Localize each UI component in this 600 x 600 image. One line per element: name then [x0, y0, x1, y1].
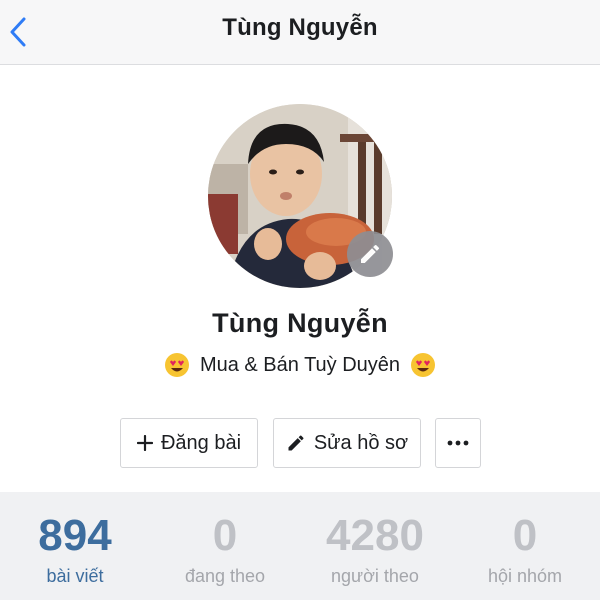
profile-actions: Đăng bài Sửa hồ sơ: [0, 418, 600, 470]
edit-profile-label: Sửa hồ sơ: [313, 431, 409, 454]
bio-text: Mua & Bán Tuỳ Duyên: [199, 353, 401, 376]
heart-eyes-emoji-icon: [164, 353, 189, 377]
stat-label: đang theo: [184, 566, 266, 586]
edit-avatar-button[interactable]: [347, 231, 393, 277]
heart-eyes-emoji-icon: [411, 353, 436, 377]
profile-name: Tùng Nguyễn: [212, 308, 388, 338]
pencil-icon: [288, 435, 304, 451]
avatar-container: [208, 104, 393, 288]
stat-posts[interactable]: 894 bài viết: [0, 510, 150, 587]
stat-following[interactable]: 0 đang theo: [150, 510, 300, 587]
stat-label: bài viết: [46, 566, 104, 586]
page-title: Tùng Nguyễn: [222, 14, 378, 41]
plus-icon: [136, 435, 153, 451]
pencil-icon: [361, 244, 380, 263]
stat-followers[interactable]: 4280 người theo: [300, 510, 450, 587]
top-nav-bar: Tùng Nguyễn: [0, 0, 600, 65]
profile-bio: Mua & Bán Tuỳ Duyên: [0, 350, 600, 380]
stat-label: hội nhóm: [487, 566, 563, 586]
create-post-label: Đăng bài: [160, 431, 242, 454]
stat-value: 0: [212, 511, 238, 560]
profile-stats-bar: 894 bài viết 0 đang theo 4280 người theo…: [0, 492, 600, 600]
stat-label: người theo: [331, 566, 419, 586]
stat-value: 4280: [326, 511, 424, 560]
create-post-button[interactable]: Đăng bài: [120, 418, 258, 468]
stat-value: 894: [38, 511, 112, 560]
stat-groups[interactable]: 0 hội nhóm: [450, 510, 600, 587]
stat-value: 0: [512, 511, 538, 560]
more-options-button[interactable]: [435, 418, 481, 468]
ellipsis-icon: [447, 440, 469, 446]
edit-profile-button[interactable]: Sửa hồ sơ: [273, 418, 421, 468]
